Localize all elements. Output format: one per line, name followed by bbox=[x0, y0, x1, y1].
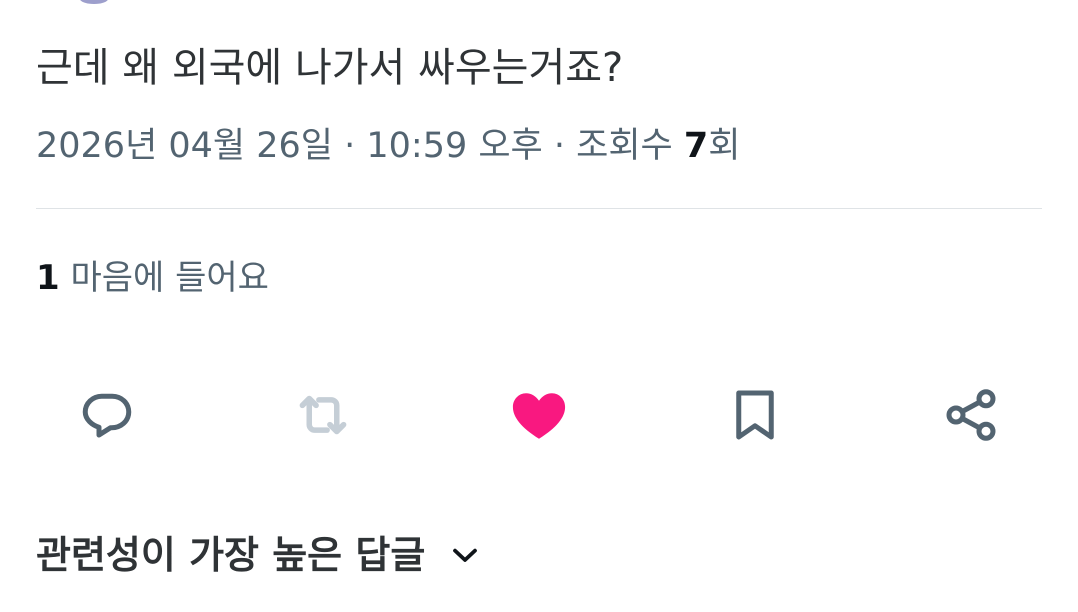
like-button[interactable] bbox=[504, 380, 574, 450]
replies-sort-toggle[interactable]: 관련성이 가장 높은 답글 bbox=[36, 530, 483, 580]
bookmark-icon bbox=[736, 390, 774, 440]
divider bbox=[36, 208, 1042, 209]
speech-bubble-icon bbox=[82, 393, 132, 438]
share-button[interactable] bbox=[936, 380, 1006, 450]
bookmark-button[interactable] bbox=[720, 380, 790, 450]
chevron-down-icon bbox=[447, 537, 483, 573]
likes-label: 마음에 들어요 bbox=[59, 258, 269, 298]
avatar[interactable] bbox=[80, 0, 108, 4]
views-suffix: 회 bbox=[708, 126, 741, 166]
heart-icon bbox=[512, 393, 566, 439]
replies-sort-label: 관련성이 가장 높은 답글 bbox=[36, 533, 426, 577]
likes-count: 1 bbox=[36, 258, 60, 298]
share-icon bbox=[946, 389, 996, 441]
action-bar bbox=[0, 380, 1078, 450]
retweet-icon bbox=[299, 395, 347, 435]
likes-summary[interactable]: 1 마음에 들어요 bbox=[36, 256, 269, 300]
retweet-button[interactable] bbox=[288, 380, 358, 450]
views-count: 7 bbox=[683, 126, 709, 166]
tweet-timestamp[interactable]: 2026년 04월 26일 · 10:59 오후 · 조회수 bbox=[36, 126, 684, 166]
reply-button[interactable] bbox=[72, 380, 142, 450]
tweet-text: 근데 왜 외국에 나가서 싸우는거죠? bbox=[36, 45, 624, 91]
tweet-meta: 2026년 04월 26일 · 10:59 오후 · 조회수 7회 bbox=[36, 124, 740, 168]
